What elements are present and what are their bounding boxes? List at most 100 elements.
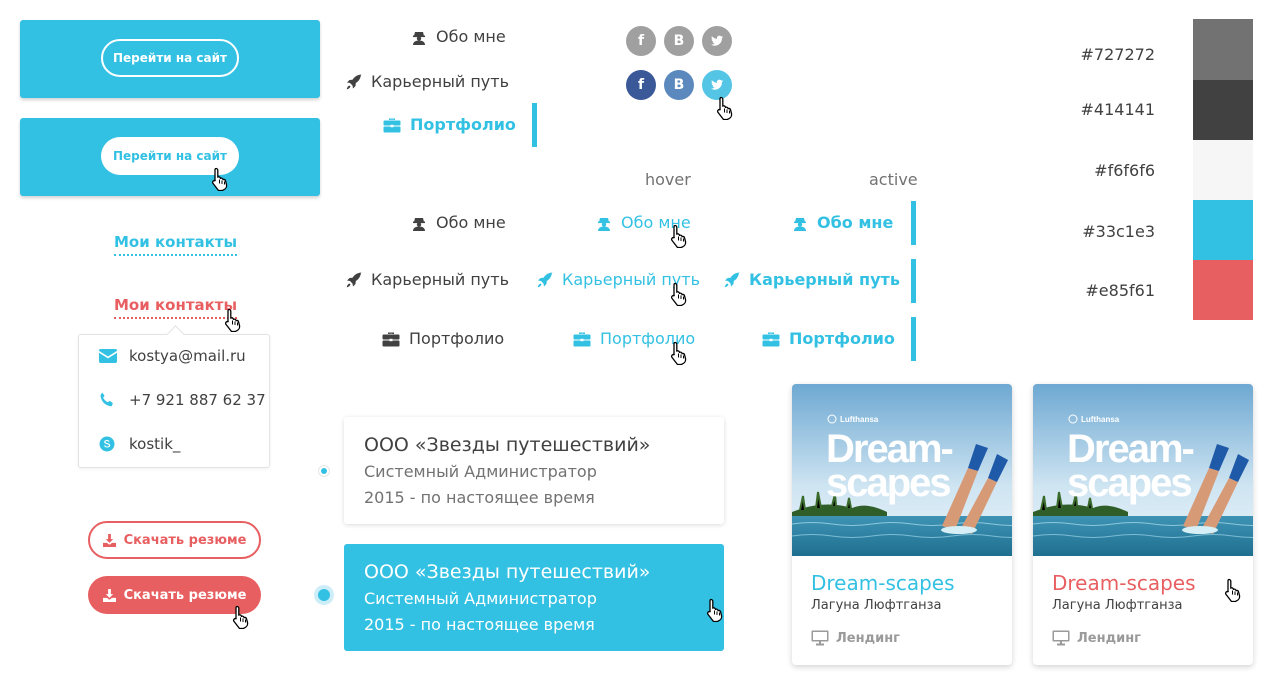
monitor-icon <box>811 630 829 646</box>
job-role: Системный Администратор <box>364 462 597 481</box>
download-resume-button[interactable]: Скачать резюме <box>88 521 261 559</box>
nav-item-about[interactable]: Обо мне <box>411 27 506 46</box>
portfolio-tag-label: Лендинг <box>836 630 900 646</box>
nav-label: Портфолио <box>789 329 895 348</box>
job-period: 2015 - по настоящее время <box>364 488 595 507</box>
nav-label: Обо мне <box>436 213 506 232</box>
nav-label: Портфолио <box>409 329 505 348</box>
download-resume-label: Скачать резюме <box>123 587 247 603</box>
cursor-icon <box>714 96 736 120</box>
rocket-icon <box>346 74 362 90</box>
timeline-dot-active <box>314 585 334 605</box>
color-swatch <box>1193 80 1253 140</box>
job-company: ООО «Звезды путешествий» <box>364 434 651 456</box>
contact-email-row[interactable]: kostya@mail.ru <box>99 347 246 365</box>
portfolio-tag-label: Лендинг <box>1077 630 1141 646</box>
twitter-icon[interactable] <box>702 26 732 56</box>
site-button-block-default: Перейти на сайт <box>20 20 320 98</box>
job-card-active[interactable]: ООО «Звезды путешествий» Системный Админ… <box>344 544 724 651</box>
color-code: #f6f6f6 <box>1094 161 1155 180</box>
nav-label: Карьерный путь <box>371 270 510 289</box>
my-contacts-link[interactable]: Мои контакты <box>114 233 238 256</box>
portfolio-subtitle: Лагуна Люфтганза <box>1052 598 1183 613</box>
active-indicator <box>911 201 916 245</box>
user-icon <box>792 215 808 231</box>
facebook-icon[interactable]: f <box>626 26 656 56</box>
contacts-popover: kostya@mail.ru +7 921 887 62 37 kostik_ <box>78 334 270 468</box>
contact-phone-row[interactable]: +7 921 887 62 37 <box>99 391 266 409</box>
portfolio-thumbnail: Lufthansa Dream- scapes <box>1033 384 1253 556</box>
rocket-icon <box>537 272 553 288</box>
color-code: #727272 <box>1080 45 1155 64</box>
cursor-icon <box>668 224 690 248</box>
nav-item-career[interactable]: Карьерный путь <box>346 72 509 91</box>
portfolio-title: Dream-scapes <box>811 571 955 595</box>
nav-item-portfolio-default[interactable]: Портфолио <box>382 329 504 348</box>
user-icon <box>596 215 612 231</box>
site-button-block-hover: Перейти на сайт <box>20 118 320 196</box>
portfolio-card-hover[interactable]: Lufthansa Dream- scapes Dream-scapes Лаг… <box>1033 384 1253 665</box>
nav-item-portfolio-active[interactable]: Портфолио <box>762 329 895 348</box>
active-state-label: active <box>869 170 918 189</box>
job-card[interactable]: ООО «Звезды путешествий» Системный Админ… <box>344 417 724 524</box>
skype-icon <box>99 436 115 452</box>
job-company: ООО «Звезды путешествий» <box>364 561 651 583</box>
cursor-icon <box>1222 578 1244 602</box>
nav-item-career-default[interactable]: Карьерный путь <box>346 270 509 289</box>
portfolio-tag: Лендинг <box>1052 630 1141 646</box>
my-contacts-link-hover[interactable]: Мои контакты <box>114 296 238 319</box>
nav-label: Карьерный путь <box>371 72 510 91</box>
job-period: 2015 - по настоящее время <box>364 615 595 634</box>
download-icon <box>103 589 116 602</box>
nav-item-about-default[interactable]: Обо мне <box>411 213 506 232</box>
briefcase-icon <box>762 331 780 347</box>
monitor-icon <box>1052 630 1070 646</box>
contact-skype: kostik_ <box>129 435 181 453</box>
nav-item-portfolio[interactable]: Портфолио <box>383 115 516 134</box>
active-indicator <box>911 259 916 303</box>
color-swatch <box>1193 140 1253 200</box>
color-swatch <box>1193 260 1253 320</box>
cursor-icon <box>230 605 252 629</box>
color-code: #e85f61 <box>1085 281 1155 300</box>
color-swatch <box>1193 19 1253 80</box>
color-code: #33c1e3 <box>1082 222 1155 241</box>
portfolio-tag: Лендинг <box>811 630 900 646</box>
cursor-icon <box>209 167 231 191</box>
briefcase-icon <box>383 117 401 133</box>
nav-label: Карьерный путь <box>749 270 900 289</box>
nav-label: Обо мне <box>817 213 894 232</box>
timeline-dot <box>318 465 330 477</box>
job-role: Системный Администратор <box>364 589 597 608</box>
nav-item-about-active[interactable]: Обо мне <box>792 213 893 232</box>
nav-label: Обо мне <box>436 27 506 46</box>
svg-text:Lufthansa: Lufthansa <box>840 415 879 424</box>
color-swatch <box>1193 200 1253 260</box>
briefcase-icon <box>573 331 591 347</box>
cursor-icon <box>668 282 690 306</box>
user-icon <box>411 29 427 45</box>
contact-email: kostya@mail.ru <box>129 347 246 365</box>
nav-label: Портфолио <box>410 115 516 134</box>
vk-icon[interactable]: B <box>664 26 694 56</box>
nav-item-career-active[interactable]: Карьерный путь <box>724 270 900 289</box>
rocket-icon <box>346 272 362 288</box>
portfolio-subtitle: Лагуна Люфтганза <box>811 598 942 613</box>
portfolio-card[interactable]: Lufthansa Dream- scapes Dream-scapes Лаг… <box>792 384 1012 665</box>
svg-text:scapes: scapes <box>826 461 950 505</box>
color-code: #414141 <box>1080 100 1155 119</box>
facebook-icon[interactable]: f <box>626 70 656 100</box>
svg-text:Lufthansa: Lufthansa <box>1081 415 1120 424</box>
contact-skype-row[interactable]: kostik_ <box>99 435 180 453</box>
svg-text:scapes: scapes <box>1067 461 1191 505</box>
active-indicator <box>532 103 537 147</box>
portfolio-thumbnail: Lufthansa Dream- scapes <box>792 384 1012 556</box>
briefcase-icon <box>382 331 400 347</box>
vk-icon[interactable]: B <box>664 70 694 100</box>
mail-icon <box>99 349 117 363</box>
cursor-icon <box>668 341 690 365</box>
rocket-icon <box>724 272 740 288</box>
download-icon <box>103 534 116 547</box>
phone-icon <box>99 392 115 408</box>
go-to-site-button[interactable]: Перейти на сайт <box>101 39 239 77</box>
